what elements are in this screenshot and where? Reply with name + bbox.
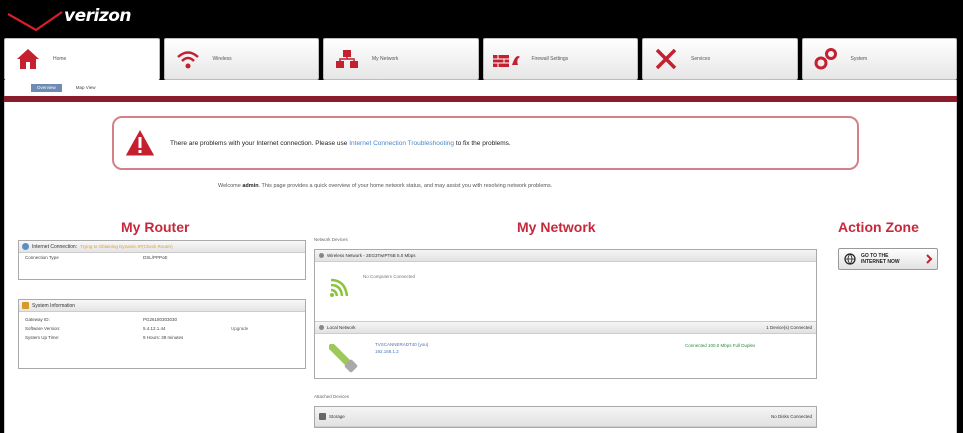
globe-icon [844, 253, 856, 265]
welcome-text: . This page provides a quick overview of… [258, 183, 553, 189]
warning-icon [124, 128, 156, 157]
wireless-network-body: No Computers Connected [315, 262, 816, 322]
subtab-overview[interactable]: Overview [31, 84, 62, 92]
main-nav: Home Wireless My Network Firewall Settin… [4, 38, 957, 80]
welcome-message: Welcome admin. This page provides a quic… [218, 182, 778, 190]
device-connection-status: Connected 100.0 Mbps Full Duplex [685, 343, 756, 348]
local-network-body: TVSCANNERADT40 (you) 192.168.1.2 Connect… [315, 334, 816, 390]
no-computers-note: No Computers Connected [363, 274, 416, 279]
kv-row: Gateway ID: PG26180303030 [19, 312, 305, 324]
storage-panel: Storage No Disks Connected [314, 406, 817, 428]
brand-logo[interactable]: verizon [64, 6, 132, 26]
panel-title: Internet Connection: [32, 243, 78, 250]
wireless-network-title: Wireless Network - 2EG3TwIPT6B 5.0 Mbps [327, 253, 416, 258]
kv-row: Connection Type DSL/PPPoE [19, 253, 305, 262]
ethernet-cable-icon [329, 344, 358, 373]
alert-text-after: to fix the problems. [454, 139, 511, 147]
subtab-map-view[interactable]: Map View [70, 84, 102, 92]
welcome-prefix: Welcome [218, 183, 243, 189]
storage-icon [319, 413, 326, 420]
storage-header[interactable]: Storage No Disks Connected [315, 407, 816, 427]
panel-title: System Information [32, 302, 76, 309]
main-content: There are problems with your Internet co… [4, 102, 957, 433]
connection-alert: There are problems with your Internet co… [112, 116, 859, 170]
storage-status: No Disks Connected [770, 414, 812, 419]
upgrade-link[interactable]: Upgrade [231, 326, 248, 331]
alert-text-before: There are problems with your Internet co… [170, 139, 350, 147]
tab-label: Services [691, 56, 711, 62]
system-info-icon [22, 302, 29, 309]
kv-key: Software Version: [25, 326, 61, 331]
tab-services[interactable]: Services [642, 38, 798, 80]
tab-system[interactable]: System [801, 38, 957, 80]
tab-home[interactable]: Home [4, 38, 160, 80]
local-network-title: Local Network [327, 325, 356, 330]
kv-key: System Up Time: [25, 335, 60, 340]
internet-connection-panel: Internet Connection: Trying to Obtaining… [18, 240, 306, 280]
kv-key: Gateway ID: [25, 317, 50, 322]
kv-value: 5.4.12.1.44 [143, 326, 166, 331]
network-devices-panel: Wireless Network - 2EG3TwIPT6B 5.0 Mbps … [314, 249, 817, 379]
network-devices-label: Network Devices [314, 237, 348, 242]
kv-row: System Up Time: 9 Hours: 39 minutes [19, 333, 305, 342]
alert-message: There are problems with your Internet co… [170, 140, 511, 147]
kv-row: Software Version: 5.4.12.1.44 Upgrade [19, 324, 305, 333]
panel-header: Internet Connection: Trying to Obtaining… [19, 241, 305, 253]
device-count: 1 Device(s) Connected [766, 325, 812, 330]
kv-value: 9 Hours: 39 minutes [143, 335, 184, 340]
verizon-check-logo [7, 11, 63, 32]
network-icon [332, 46, 362, 72]
welcome-user: admin [242, 183, 259, 189]
go-to-internet-button[interactable]: GO TO THE INTERNET NOW [838, 248, 938, 270]
action-button-label: GO TO THE INTERNET NOW [861, 253, 900, 265]
device-ip: 192.168.1.2 [375, 349, 399, 354]
panel-header: System Information [19, 300, 305, 312]
collapse-icon [319, 253, 324, 258]
wireless-network-header[interactable]: Wireless Network - 2EG3TwIPT6B 5.0 Mbps [315, 250, 816, 262]
wireless-signal-icon [330, 278, 349, 297]
connection-status[interactable]: Trying to Obtaining Dynamic IP(Check Rou… [80, 244, 173, 249]
tab-my-network[interactable]: My Network [323, 38, 479, 80]
troubleshooting-link[interactable]: Internet Connection Troubleshooting [349, 140, 454, 147]
tab-label: Firewall Settings [531, 56, 569, 62]
storage-title: Storage [329, 414, 345, 419]
device-name-link[interactable]: TVSCANNERADT40 (you) [375, 342, 428, 347]
attached-devices-label: Attached Devices [314, 394, 350, 399]
firewall-icon [492, 46, 522, 72]
kv-key: Connection Type [25, 255, 59, 260]
home-icon [13, 46, 43, 72]
action-line-2: INTERNET NOW [861, 259, 900, 265]
globe-icon [22, 243, 29, 250]
kv-value: PG26180303030 [143, 317, 178, 322]
collapse-icon [319, 325, 324, 330]
sub-nav: Overview Map View [4, 80, 957, 96]
system-icon [811, 46, 841, 72]
my-router-title: My Router [121, 219, 190, 235]
my-network-title: My Network [517, 219, 596, 235]
action-zone-title: Action Zone [838, 219, 919, 235]
kv-value: DSL/PPPoE [143, 255, 168, 260]
tools-icon [651, 46, 681, 72]
local-network-header[interactable]: Local Network 1 Device(s) Connected [315, 322, 816, 334]
system-information-panel: System Information Gateway ID: PG2618030… [18, 299, 306, 369]
wifi-icon [173, 46, 203, 72]
tab-wireless[interactable]: Wireless [163, 38, 319, 80]
tab-label: My Network [372, 56, 399, 62]
header: verizon [0, 0, 963, 36]
app-window: verizon Home Wireless My Network Firewal… [0, 0, 963, 433]
tab-label: Wireless [212, 56, 232, 62]
tab-label: Home [53, 56, 67, 62]
chevron-right-icon [926, 254, 933, 264]
tab-firewall-settings[interactable]: Firewall Settings [482, 38, 638, 80]
tab-label: System [850, 56, 868, 62]
